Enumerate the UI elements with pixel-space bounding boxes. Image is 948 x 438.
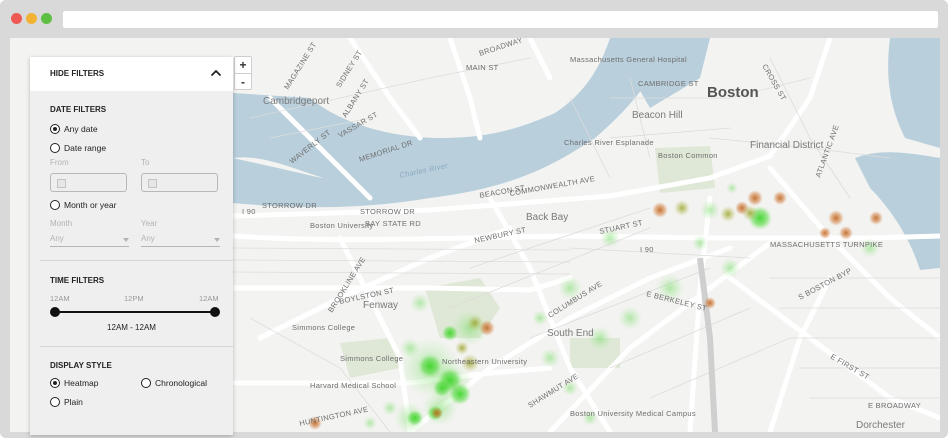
- radio-chronological-label: Chronological: [155, 378, 207, 388]
- to-label: To: [141, 158, 150, 167]
- month-label: Month: [50, 219, 73, 228]
- time-tick-start: 12AM: [50, 294, 70, 303]
- radio-plain[interactable]: Plain: [50, 396, 83, 408]
- from-date-input[interactable]: [50, 173, 127, 192]
- map-label-financial-district: Financial District: [750, 140, 824, 151]
- time-range-slider-track[interactable]: [55, 311, 215, 313]
- year-select[interactable]: Any: [141, 233, 220, 247]
- zoom-out-button[interactable]: -: [235, 73, 251, 89]
- calendar-icon: [57, 179, 66, 188]
- radio-button[interactable]: [50, 143, 60, 153]
- map-label-harvard-medical: Harvard Medical School: [310, 381, 396, 390]
- map-label-mass-tpke: MASSACHUSETTS TURNPIKE: [770, 240, 883, 249]
- close-window-button[interactable]: [11, 13, 22, 24]
- filters-panel-header[interactable]: HIDE FILTERS: [30, 57, 233, 91]
- address-bar[interactable]: [63, 11, 938, 28]
- month-select-value: Any: [50, 234, 64, 243]
- to-date-input[interactable]: [141, 173, 218, 192]
- radio-button-selected[interactable]: [50, 124, 60, 134]
- map-label-northeastern: Northeastern University: [442, 357, 527, 366]
- map-label-storrow-dr-2: STORROW DR: [360, 207, 415, 216]
- display-style-title: DISPLAY STYLE: [50, 361, 112, 370]
- radio-button-selected[interactable]: [50, 378, 60, 388]
- radio-button[interactable]: [50, 200, 60, 210]
- time-tick-mid: 12PM: [124, 294, 144, 303]
- map-label-bay-state-rd: BAY STATE RD: [365, 219, 421, 228]
- map-label-e-broadway: E BROADWAY: [868, 401, 921, 410]
- month-select[interactable]: Any: [50, 233, 129, 247]
- map-label-boston: Boston: [707, 84, 759, 101]
- zoom-in-button[interactable]: +: [235, 57, 251, 73]
- chevron-up-icon[interactable]: [209, 66, 223, 80]
- map-label-fenway: Fenway: [363, 300, 398, 311]
- radio-button[interactable]: [141, 378, 151, 388]
- map-label-i90-b: I 90: [640, 245, 654, 254]
- radio-chronological[interactable]: Chronological: [141, 377, 207, 389]
- map-label-boston-common: Boston Common: [658, 151, 718, 160]
- minimize-window-button[interactable]: [26, 13, 37, 24]
- year-label: Year: [141, 219, 158, 228]
- map-label-beacon-hill: Beacon Hill: [632, 110, 683, 121]
- section-divider: [40, 260, 233, 261]
- map-label-simmons-2: Simmons College: [340, 354, 403, 363]
- radio-date-range[interactable]: Date range: [50, 142, 106, 154]
- caret-down-icon: [123, 238, 129, 242]
- filters-panel: HIDE FILTERS DATE FILTERS Any date Date …: [30, 57, 233, 435]
- section-divider: [40, 346, 233, 347]
- hide-filters-label: HIDE FILTERS: [50, 69, 105, 78]
- time-range-start-handle[interactable]: [50, 307, 60, 317]
- map-label-south-end: South End: [547, 328, 594, 339]
- radio-month-or-year[interactable]: Month or year: [50, 199, 116, 211]
- radio-month-or-year-label: Month or year: [64, 200, 117, 210]
- radio-heatmap[interactable]: Heatmap: [50, 377, 99, 389]
- from-label: From: [50, 158, 69, 167]
- map-label-cambridgeport: Cambridgeport: [263, 96, 329, 107]
- map-label-dorchester: Dorchester: [856, 420, 906, 431]
- map-label-main-st: MAIN ST: [466, 63, 499, 72]
- radio-any-date-label: Any date: [64, 124, 98, 134]
- radio-plain-label: Plain: [64, 397, 83, 407]
- map-label-i90-a: I 90: [242, 207, 256, 216]
- radio-heatmap-label: Heatmap: [64, 378, 99, 388]
- browser-toolbar: [0, 0, 948, 38]
- map-label-esplanade: Charles River Esplanade: [564, 138, 654, 147]
- map-label-mass-general: Massachusetts General Hospital: [570, 55, 687, 64]
- radio-button[interactable]: [50, 397, 60, 407]
- time-filters-title: TIME FILTERS: [50, 276, 105, 285]
- calendar-icon: [148, 179, 157, 188]
- map-label-simmons: Simmons College: [292, 323, 355, 332]
- map-label-storrow-dr: STORROW DR: [262, 201, 317, 210]
- date-filters-title: DATE FILTERS: [50, 105, 107, 114]
- zoom-control: + -: [234, 56, 252, 90]
- year-select-value: Any: [141, 234, 155, 243]
- map-label-back-bay: Back Bay: [526, 212, 568, 223]
- time-range-readout: 12AM - 12AM: [107, 323, 156, 332]
- map-label-boston-university: Boston University: [310, 221, 373, 230]
- caret-down-icon: [214, 238, 220, 242]
- browser-window: Boston Beacon Hill Back Bay Financial Di…: [0, 0, 948, 438]
- map-label-bu-medical: Boston University Medical Campus: [570, 409, 696, 418]
- time-tick-end: 12AM: [199, 294, 219, 303]
- radio-date-range-label: Date range: [64, 143, 107, 153]
- radio-any-date[interactable]: Any date: [50, 123, 98, 135]
- map-label-cambridge-st: CAMBRIDGE ST: [638, 79, 699, 88]
- maximize-window-button[interactable]: [41, 13, 52, 24]
- time-range-end-handle[interactable]: [210, 307, 220, 317]
